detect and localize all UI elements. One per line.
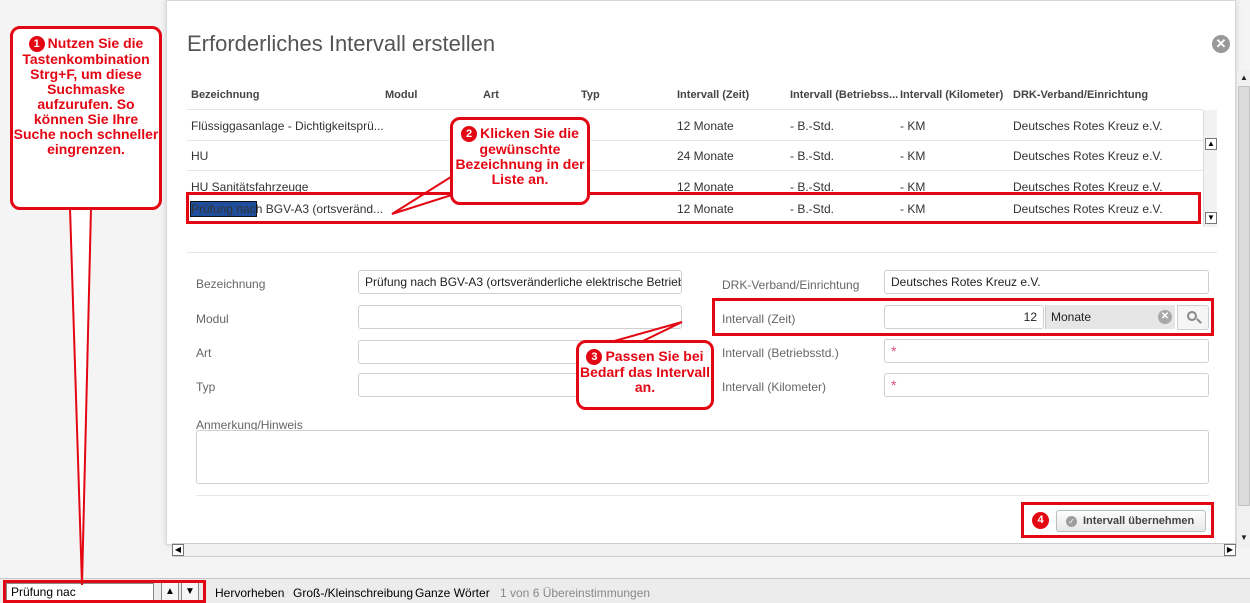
callout-step2: 2 Klicken Sie die gewünschte Bezeichnung … [450, 117, 590, 205]
step-badge: 3 [586, 349, 603, 365]
highlight-box-selected-row [186, 192, 1201, 224]
callout-step1: 1 Nutzen Sie die Tastenkombination Strg+F… [10, 26, 162, 210]
step-badge: 4 [1032, 512, 1049, 529]
callout-text: Nutzen Sie die Tastenkombination Strg+F,… [13, 35, 159, 157]
step-badge: 1 [28, 36, 45, 52]
highlight-box-interval [712, 298, 1214, 336]
highlight-box-apply [1021, 502, 1214, 538]
callout-step3: 3 Passen Sie bei Bedarf das Intervall an. [576, 340, 714, 410]
pointer-step1 [68, 207, 93, 586]
highlight-box-findbar [3, 580, 206, 603]
step-badge: 2 [461, 126, 478, 142]
